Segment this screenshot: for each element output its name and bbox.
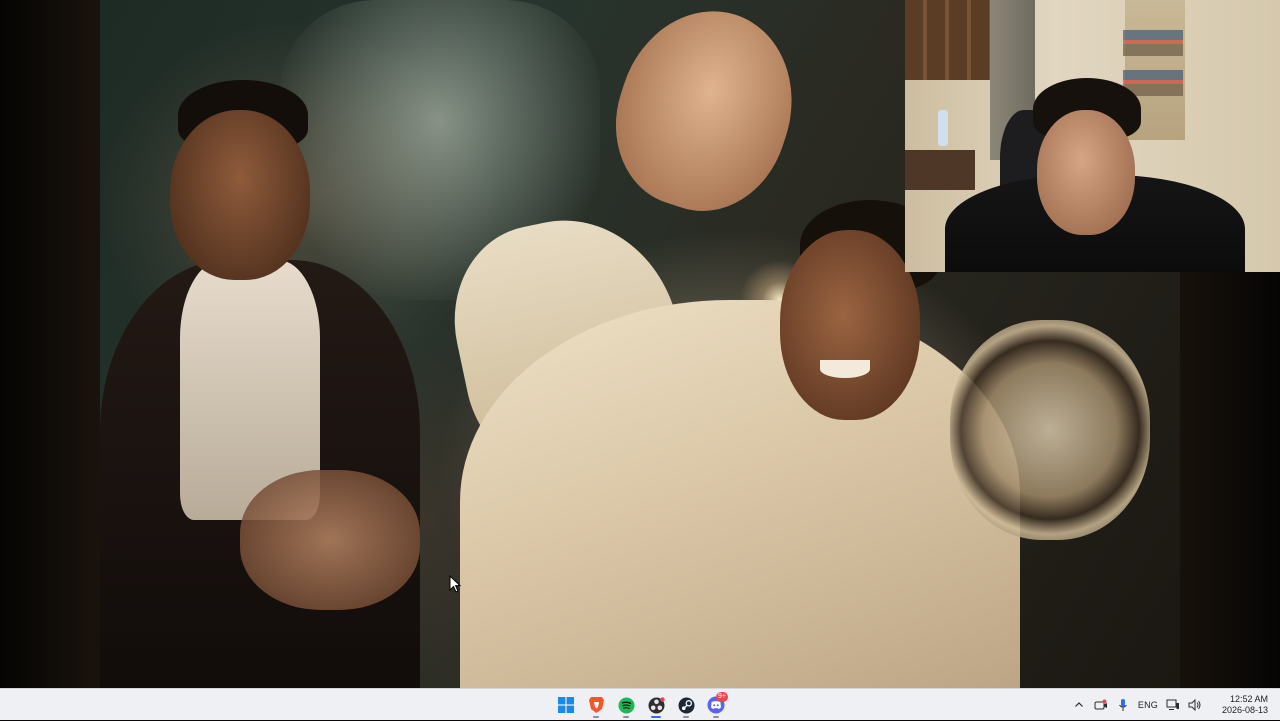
raised-hand [593, 0, 817, 232]
taskbar-apps: 9+ [554, 689, 728, 721]
taskbar-obs[interactable] [644, 691, 668, 719]
tray-microphone-icon[interactable] [1112, 694, 1134, 716]
man-left-face [170, 110, 310, 280]
start-button[interactable] [554, 691, 578, 719]
obs-icon [648, 696, 665, 713]
webcam-water-bottle [938, 110, 948, 146]
taskbar-steam[interactable] [674, 691, 698, 719]
taskbar-spotify[interactable] [614, 691, 638, 719]
discord-notification-badge: 9+ [716, 692, 728, 702]
taskbar: 9+ ENG 12:52 AM 2026-08-13 [0, 688, 1280, 720]
tray-volume-icon[interactable] [1184, 694, 1206, 716]
mouse-cursor-icon [449, 575, 461, 593]
webcam-overlay [905, 0, 1280, 272]
clapping-hands [240, 470, 420, 610]
webcam-streamer-face [1037, 110, 1135, 235]
tray-network-icon[interactable] [1162, 694, 1184, 716]
man-right-smile [820, 360, 870, 378]
taskbar-brave[interactable] [584, 691, 608, 719]
system-tray: ENG 12:52 AM 2026-08-13 [1068, 689, 1280, 721]
tray-chevron-up-icon[interactable] [1068, 694, 1090, 716]
tray-camera-icon[interactable] [1090, 694, 1112, 716]
language-indicator[interactable]: ENG [1138, 700, 1158, 710]
steam-icon [678, 697, 694, 713]
windows-logo-icon [558, 697, 574, 713]
brave-lion-icon [588, 697, 604, 713]
man-right-robe [460, 300, 1020, 688]
clock-date: 2026-08-13 [1221, 705, 1268, 715]
clock-time: 12:52 AM [1229, 694, 1268, 704]
taskbar-clock[interactable]: 12:52 AM 2026-08-13 [1210, 694, 1268, 716]
taskbar-discord[interactable]: 9+ [704, 691, 728, 719]
letterbox-left [0, 0, 100, 688]
video-player-area[interactable] [0, 0, 1280, 688]
webcam-desk [905, 150, 975, 190]
man-right-face [780, 230, 920, 420]
wooden-wheel [950, 320, 1150, 540]
spotify-icon [618, 697, 634, 713]
webcam-window-shutters [905, 0, 990, 80]
